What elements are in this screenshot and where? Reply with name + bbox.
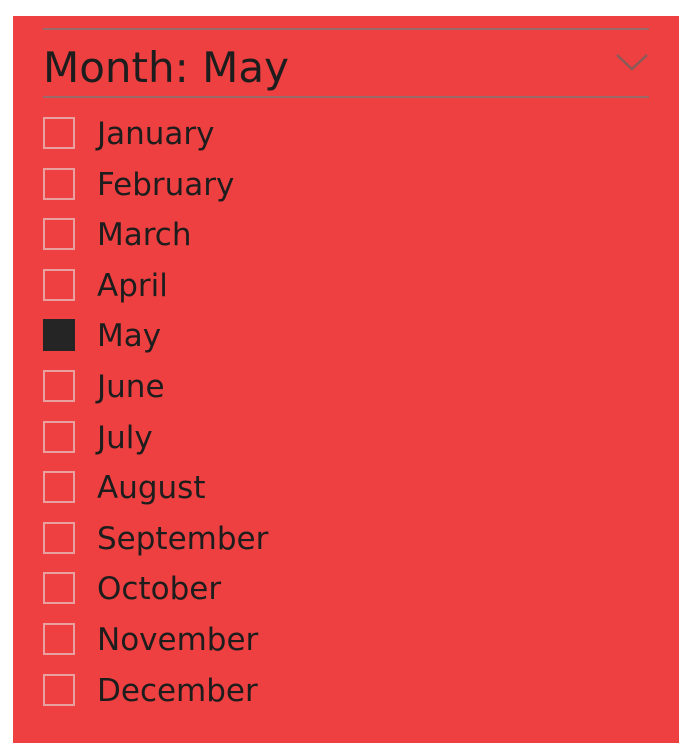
- month-item-march[interactable]: March: [41, 209, 641, 260]
- month-label: November: [97, 621, 259, 658]
- checkbox[interactable]: [43, 369, 75, 402]
- month-item-november[interactable]: November: [41, 614, 641, 665]
- month-label: June: [97, 368, 165, 405]
- checkbox[interactable]: [43, 471, 75, 504]
- month-item-april[interactable]: April: [41, 260, 641, 311]
- month-item-may[interactable]: May: [41, 310, 641, 361]
- checkbox[interactable]: [43, 218, 75, 251]
- month-label: January: [97, 116, 215, 152]
- checkbox[interactable]: [43, 521, 75, 554]
- month-label: March: [97, 217, 192, 254]
- month-item-january[interactable]: January: [41, 108, 641, 159]
- checkbox[interactable]: [43, 319, 75, 352]
- month-label: July: [97, 419, 153, 456]
- slicer-header[interactable]: Month: May: [43, 38, 649, 96]
- month-item-august[interactable]: August: [41, 462, 641, 513]
- checkbox[interactable]: [43, 117, 75, 149]
- month-list: January February March April May June Ju…: [41, 108, 641, 715]
- month-label: February: [97, 166, 235, 203]
- slicer-title: Month: May: [43, 43, 289, 92]
- month-item-december[interactable]: December: [41, 665, 641, 716]
- month-item-february[interactable]: February: [41, 159, 641, 210]
- month-slicer-panel: Month: May January February March April …: [13, 16, 679, 743]
- header-bottom-divider: [43, 96, 649, 98]
- month-item-june[interactable]: June: [41, 361, 641, 412]
- checkbox[interactable]: [43, 268, 75, 301]
- month-label: December: [97, 672, 258, 709]
- checkbox[interactable]: [43, 420, 75, 453]
- month-label: August: [97, 470, 206, 507]
- header-top-divider: [43, 28, 649, 30]
- chevron-down-icon[interactable]: [615, 50, 649, 74]
- checkbox[interactable]: [43, 673, 75, 706]
- checkbox[interactable]: [43, 572, 75, 605]
- month-item-september[interactable]: September: [41, 513, 641, 564]
- month-label: September: [97, 520, 269, 557]
- month-label: April: [97, 267, 168, 304]
- month-label: May: [97, 318, 162, 355]
- checkbox[interactable]: [43, 622, 75, 655]
- month-item-july[interactable]: July: [41, 412, 641, 463]
- month-label: October: [97, 571, 222, 608]
- month-item-october[interactable]: October: [41, 563, 641, 614]
- checkbox[interactable]: [43, 167, 75, 200]
